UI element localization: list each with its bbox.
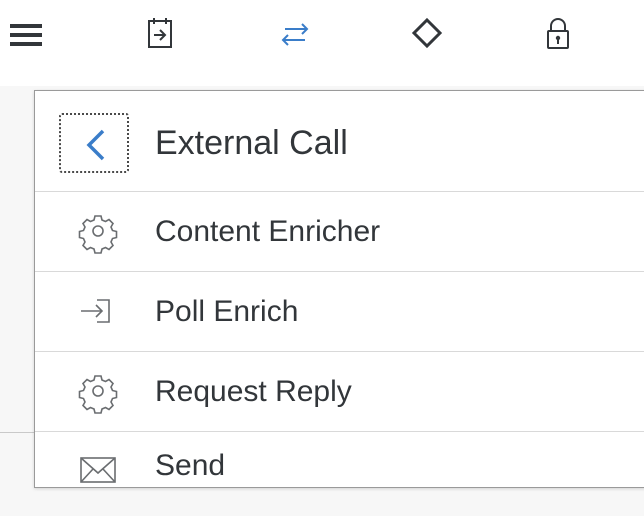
gateway-icon[interactable] (407, 12, 447, 56)
canvas-divider (0, 432, 34, 433)
menu-item-content-enricher[interactable]: Content Enricher (35, 191, 644, 271)
palette-toolbar (0, 0, 644, 86)
envelope-icon (75, 446, 121, 492)
menu-item-label: Content Enricher (155, 215, 381, 248)
menu-item-poll-enrich[interactable]: Poll Enrich (35, 271, 644, 351)
security-icon[interactable] (538, 12, 578, 56)
gear-icon (75, 208, 121, 254)
import-icon (75, 288, 121, 334)
gear-icon (75, 368, 121, 414)
transfer-icon[interactable] (275, 12, 315, 56)
back-button[interactable] (59, 113, 129, 173)
menu-item-request-reply[interactable]: Request Reply (35, 351, 644, 431)
menu-item-label: Poll Enrich (155, 295, 299, 328)
chevron-left-icon (86, 129, 105, 161)
menu-title: External Call (155, 124, 348, 162)
menu-item-label: Request Reply (155, 375, 352, 408)
event-icon[interactable] (140, 12, 180, 56)
menu-item-send[interactable]: Send (35, 431, 644, 487)
external-call-menu: External Call Content Enricher Poll Enri… (34, 90, 644, 488)
menu-item-label: Send (155, 449, 226, 482)
menu-header: External Call (35, 91, 644, 191)
menu-icon[interactable] (6, 12, 46, 56)
